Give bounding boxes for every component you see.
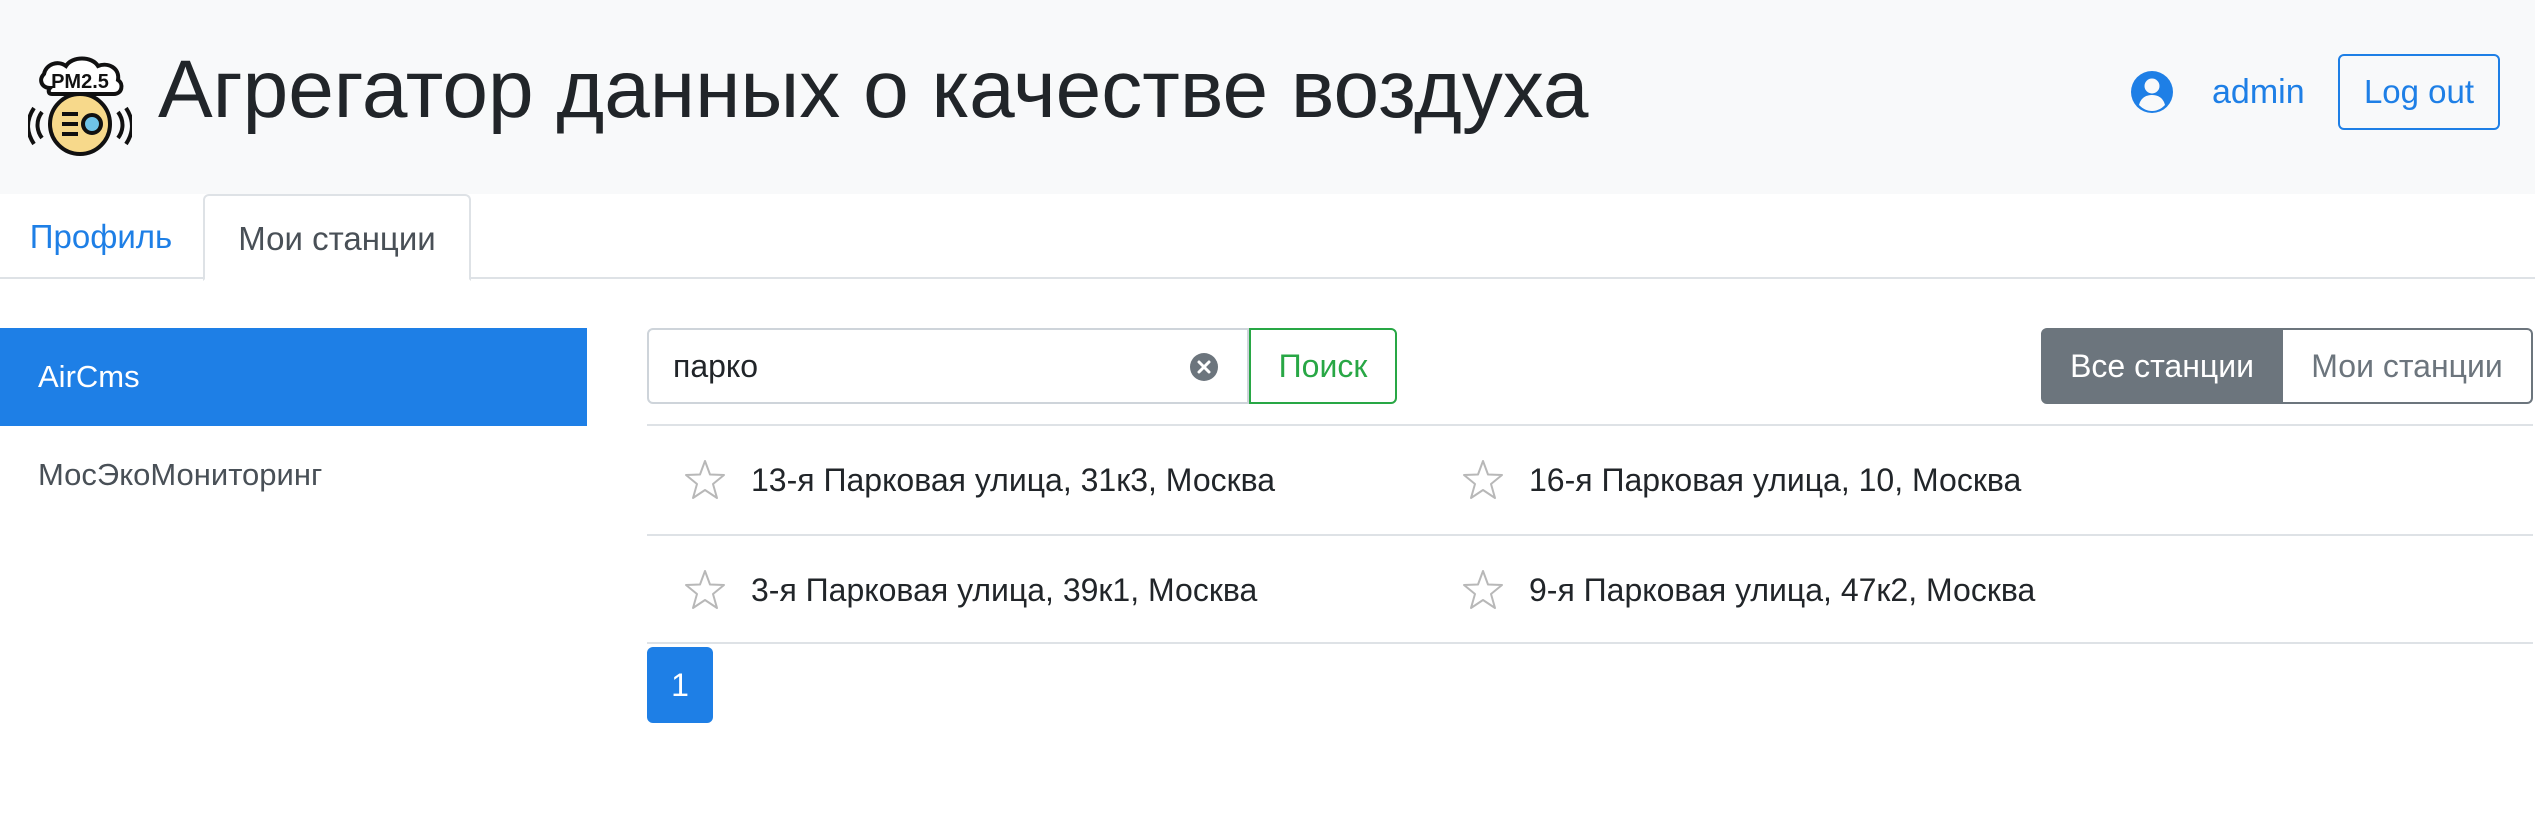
station-name: 13-я Парковая улица, 31к3, Москва [751,462,1276,498]
sidebar-item-aircms[interactable]: AirCms [0,328,587,426]
pm25-sensor-logo-icon: PM2.5 [28,56,132,156]
filter-all-stations-button[interactable]: Все станции [2041,328,2283,404]
pagination-page-button[interactable]: 1 [647,647,713,723]
user-circle-icon [2131,71,2173,113]
sidebar-item-mosecomonitoring[interactable]: МосЭкоМониторинг [0,426,587,524]
star-outline-icon[interactable] [683,568,727,612]
app-title: Агрегатор данных о качестве воздуха [158,44,1589,135]
star-outline-icon[interactable] [1461,458,1505,502]
table-row: 13-я Парковая улица, 31к3, Москва 16-я П… [647,424,2533,534]
logo-text: PM2.5 [51,71,109,93]
tab-bar: Профиль Мои станции [0,194,2535,281]
tab-profile[interactable]: Профиль [0,194,202,279]
search-input[interactable] [649,330,1169,402]
app-header: PM2.5 Агрегатор данных о качестве воздух… [0,0,2535,194]
search-button[interactable]: Поиск [1249,328,1397,404]
provider-sidebar: AirCms МосЭкоМониторинг [0,328,587,524]
star-outline-icon[interactable] [683,458,727,502]
filter-my-stations-button[interactable]: Мои станции [2283,328,2533,404]
star-outline-icon[interactable] [1461,568,1505,612]
station-name: 3-я Парковая улица, 39к1, Москва [751,572,1258,608]
station-name: 9-я Парковая улица, 47к2, Москва [1529,572,2036,608]
station-name: 16-я Парковая улица, 10, Москва [1529,462,2022,498]
clear-circle-x-icon[interactable] [1189,352,1219,382]
tab-my-stations[interactable]: Мои станции [203,194,471,281]
station-results: 13-я Парковая улица, 31к3, Москва 16-я П… [647,424,2533,644]
user-name-link[interactable]: admin [2212,68,2305,116]
table-row: 3-я Парковая улица, 39к1, Москва 9-я Пар… [647,534,2533,644]
logout-button[interactable]: Log out [2338,54,2500,130]
search-box [647,328,1249,404]
